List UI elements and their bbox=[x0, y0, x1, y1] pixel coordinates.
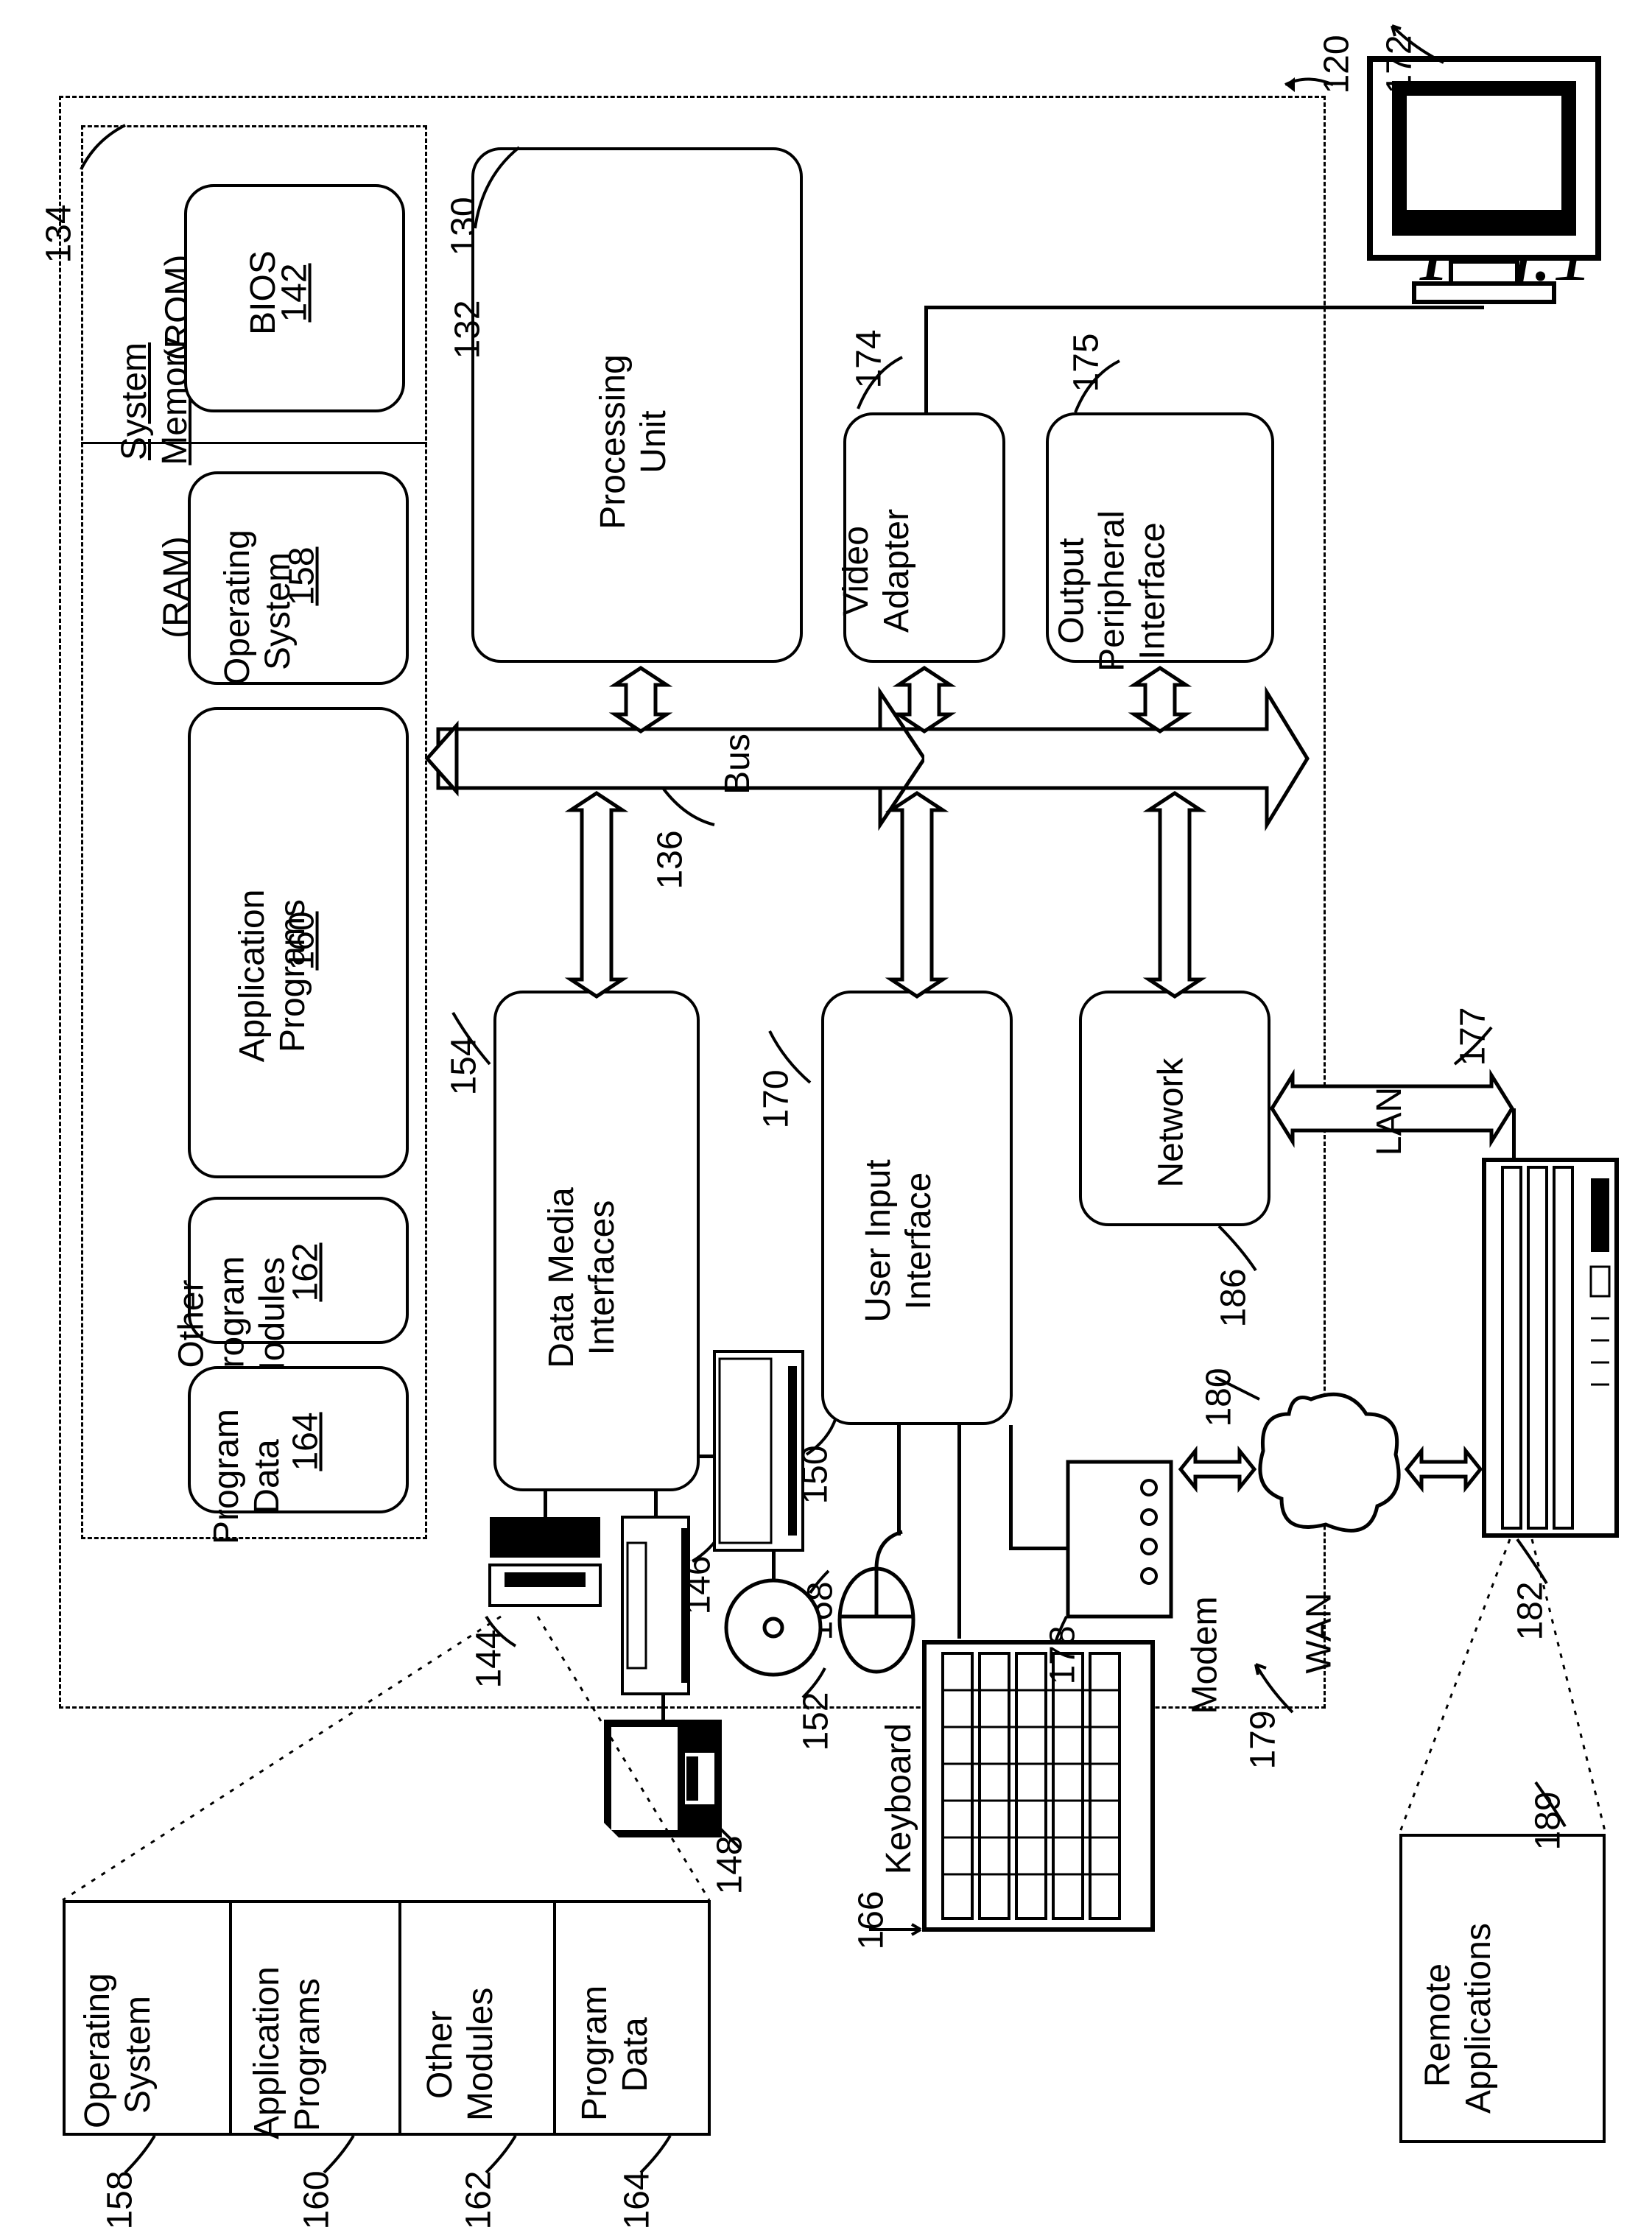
processing-unit-label: Processing Unit bbox=[593, 324, 674, 560]
remote-computer-icon bbox=[1480, 1156, 1620, 1539]
leader-177 bbox=[1455, 1027, 1499, 1072]
label-160: 160 bbox=[282, 911, 323, 970]
data-bottom-label: Program Data bbox=[574, 1988, 655, 2121]
va-monitor-line1 bbox=[924, 306, 928, 412]
keyboard-icon bbox=[921, 1639, 1156, 1933]
remote-dotted bbox=[1399, 1539, 1620, 1834]
leader-120 bbox=[1282, 70, 1355, 99]
leader-170 bbox=[770, 1031, 829, 1090]
video-adapter-label: Video Adapter bbox=[836, 504, 917, 637]
modem-cloud-arrow bbox=[1177, 1440, 1258, 1499]
keyboard-label: Keyboard bbox=[879, 1723, 919, 1874]
leader-148 bbox=[711, 1819, 748, 1856]
leader-180 bbox=[1215, 1377, 1267, 1407]
optical-disc-icon bbox=[722, 1576, 825, 1679]
va-monitor-line2 bbox=[924, 306, 1484, 309]
mem-divider bbox=[81, 442, 427, 444]
leader-186 bbox=[1219, 1226, 1263, 1278]
label-134: 134 bbox=[39, 204, 80, 263]
leader-158b bbox=[125, 2136, 162, 2180]
other-bottom-label: Other Modules bbox=[420, 1988, 501, 2121]
opi-bus-arrow bbox=[1131, 666, 1189, 733]
leader-172 bbox=[1392, 26, 1458, 70]
network-label: Network bbox=[1151, 1063, 1192, 1188]
optical-drive-icon bbox=[711, 1348, 806, 1554]
optical-conn bbox=[700, 1455, 714, 1458]
leader-152 bbox=[803, 1668, 832, 1705]
mouse-conn bbox=[897, 1425, 901, 1536]
modem-icon bbox=[1064, 1458, 1175, 1620]
data-media-label: Data Media Interfaces bbox=[541, 1130, 622, 1425]
leader-166 bbox=[869, 1922, 928, 1937]
leader-179 bbox=[1256, 1664, 1307, 1723]
leader-178 bbox=[1055, 1617, 1078, 1646]
wan-label: WAN bbox=[1299, 1592, 1340, 1673]
lan-label: LAN bbox=[1369, 1087, 1410, 1156]
label-136: 136 bbox=[650, 830, 691, 889]
leader-150 bbox=[806, 1418, 843, 1462]
leader-162b bbox=[486, 2136, 523, 2180]
bus-label: Bus bbox=[717, 734, 758, 795]
hdd-dotted bbox=[63, 1617, 711, 1904]
label-164: 164 bbox=[286, 1412, 326, 1471]
dmi-bus-arrow bbox=[567, 792, 626, 998]
modem-conn2 bbox=[1009, 1547, 1068, 1550]
cpu-bus-arrow bbox=[611, 666, 670, 733]
kbd-conn bbox=[957, 1425, 961, 1639]
hdd-conn bbox=[544, 1491, 547, 1517]
floppy-conn bbox=[654, 1491, 658, 1517]
program-data-label: Program Data bbox=[206, 1385, 287, 1569]
va-bus-arrow bbox=[895, 666, 954, 733]
label-158: 158 bbox=[282, 546, 323, 605]
leader-175 bbox=[1075, 361, 1134, 420]
hdd-icon bbox=[486, 1513, 604, 1617]
lan-remote-conn bbox=[1512, 1108, 1516, 1160]
label-132: 132 bbox=[448, 300, 488, 359]
leader-136 bbox=[663, 788, 722, 832]
leader-160b bbox=[324, 2136, 361, 2180]
leader-174 bbox=[858, 357, 917, 416]
leader-164b bbox=[641, 2136, 678, 2180]
net-bus-arrow bbox=[1145, 792, 1204, 998]
modem-label: Modem bbox=[1185, 1596, 1226, 1714]
mem-bus-arrow bbox=[429, 736, 444, 781]
label-162: 162 bbox=[286, 1242, 326, 1301]
remote-applications-label: Remote Applications bbox=[1418, 1937, 1499, 2114]
wan-cloud-icon bbox=[1252, 1385, 1407, 1547]
disc-conn bbox=[772, 1552, 776, 1581]
mouse-icon bbox=[829, 1532, 924, 1679]
leader-134 bbox=[81, 125, 140, 184]
label-142: 142 bbox=[275, 263, 315, 322]
os-bottom-label: Operating System bbox=[77, 1981, 158, 2128]
leader-132 bbox=[475, 147, 534, 236]
output-peripheral-label: Output Peripheral Interface bbox=[1052, 503, 1173, 680]
label-166: 166 bbox=[851, 1890, 892, 1949]
user-input-label: User Input Interface bbox=[858, 1094, 939, 1388]
cloud-remote-arrow bbox=[1403, 1440, 1484, 1499]
ui-bus-arrow bbox=[887, 792, 946, 998]
modem-conn1 bbox=[1009, 1425, 1013, 1550]
app-bottom-label: Application Programs bbox=[247, 1970, 328, 2139]
leader-154 bbox=[453, 1013, 512, 1072]
